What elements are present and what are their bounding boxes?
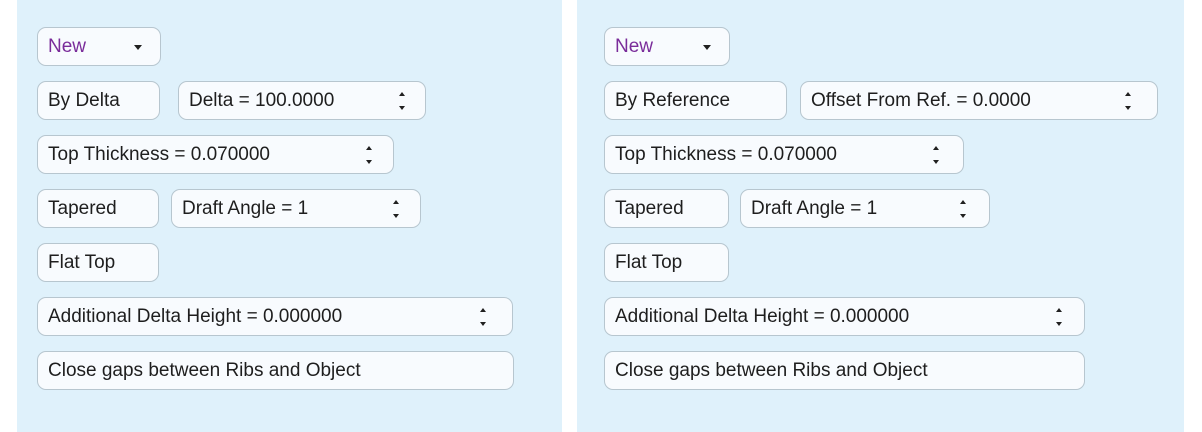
left-panel: New By Delta Delta = 100.0000 Top Thickn…: [17, 0, 562, 432]
close-gaps-button[interactable]: Close gaps between Ribs and Object: [37, 351, 514, 390]
close-gaps-button[interactable]: Close gaps between Ribs and Object: [604, 351, 1085, 390]
draft-angle-value: Draft Angle = 1: [182, 198, 309, 219]
spinner-icon[interactable]: [931, 144, 941, 166]
top-thickness-spinbox[interactable]: Top Thickness = 0.070000: [604, 135, 964, 174]
new-dropdown-label: New: [48, 36, 87, 57]
close-gaps-label: Close gaps between Ribs and Object: [48, 360, 361, 381]
spinner-icon[interactable]: [958, 198, 968, 220]
offset-from-ref-value: Offset From Ref. = 0.0000: [811, 90, 1031, 111]
tapered-button[interactable]: Tapered: [604, 189, 729, 228]
new-dropdown[interactable]: New: [37, 27, 161, 66]
right-panel: New By Reference Offset From Ref. = 0.00…: [577, 0, 1184, 432]
draft-angle-value: Draft Angle = 1: [751, 198, 878, 219]
tapered-label: Tapered: [48, 198, 117, 219]
delta-value: Delta = 100.0000: [189, 90, 335, 111]
top-thickness-value: Top Thickness = 0.070000: [48, 144, 270, 165]
top-thickness-spinbox[interactable]: Top Thickness = 0.070000: [37, 135, 394, 174]
delta-spinbox[interactable]: Delta = 100.0000: [178, 81, 426, 120]
spinner-icon[interactable]: [364, 144, 374, 166]
tapered-button[interactable]: Tapered: [37, 189, 159, 228]
tapered-label: Tapered: [615, 198, 684, 219]
by-delta-button[interactable]: By Delta: [37, 81, 160, 120]
chevron-down-icon: [703, 45, 711, 50]
draft-angle-spinbox[interactable]: Draft Angle = 1: [171, 189, 421, 228]
flat-top-button[interactable]: Flat Top: [37, 243, 159, 282]
by-reference-button[interactable]: By Reference: [604, 81, 787, 120]
by-reference-label: By Reference: [615, 90, 731, 111]
spinner-icon[interactable]: [1123, 90, 1133, 112]
flat-top-button[interactable]: Flat Top: [604, 243, 729, 282]
additional-delta-height-spinbox[interactable]: Additional Delta Height = 0.000000: [37, 297, 513, 336]
spinner-icon[interactable]: [478, 306, 488, 328]
additional-delta-height-value: Additional Delta Height = 0.000000: [48, 306, 343, 327]
spinner-icon[interactable]: [397, 90, 407, 112]
flat-top-label: Flat Top: [615, 252, 683, 273]
flat-top-label: Flat Top: [48, 252, 116, 273]
spinner-icon[interactable]: [1054, 306, 1064, 328]
offset-from-ref-spinbox[interactable]: Offset From Ref. = 0.0000: [800, 81, 1158, 120]
spinner-icon[interactable]: [391, 198, 401, 220]
close-gaps-label: Close gaps between Ribs and Object: [615, 360, 928, 381]
new-dropdown[interactable]: New: [604, 27, 730, 66]
chevron-down-icon: [134, 45, 142, 50]
additional-delta-height-spinbox[interactable]: Additional Delta Height = 0.000000: [604, 297, 1085, 336]
new-dropdown-label: New: [615, 36, 654, 57]
by-delta-label: By Delta: [48, 90, 120, 111]
draft-angle-spinbox[interactable]: Draft Angle = 1: [740, 189, 990, 228]
additional-delta-height-value: Additional Delta Height = 0.000000: [615, 306, 910, 327]
top-thickness-value: Top Thickness = 0.070000: [615, 144, 837, 165]
